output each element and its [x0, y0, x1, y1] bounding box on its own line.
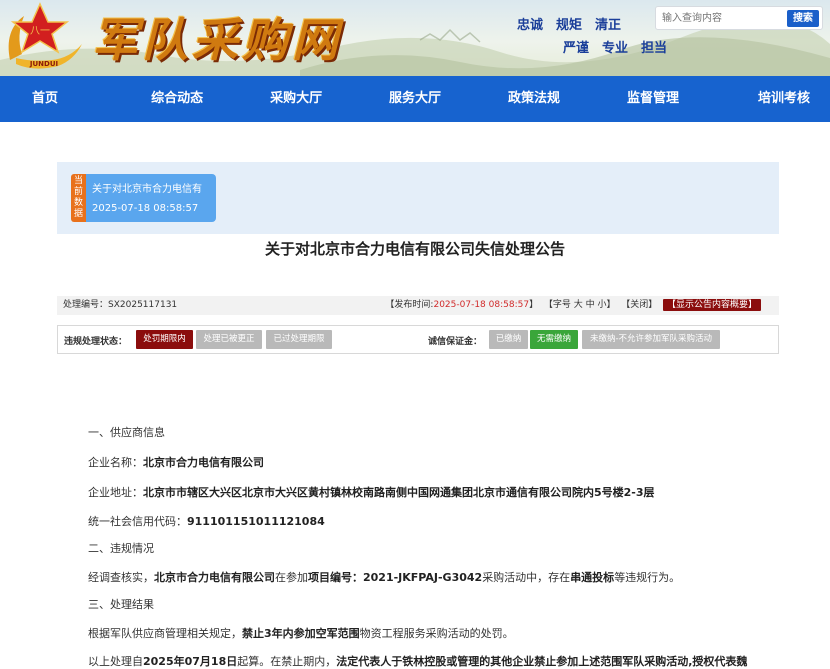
nav-item-training[interactable]: 培训考核 — [712, 76, 830, 122]
company-address-label: 企业地址： — [88, 486, 143, 499]
nav-item-procurement-hall[interactable]: 采购大厅 — [237, 76, 356, 122]
army-emblem-icon: 八一 JUNDUI — [8, 2, 82, 69]
credit-code-label: 统一社会信用代码： — [88, 515, 187, 528]
slogan-word: 专业 — [602, 41, 629, 56]
company-name-line: 企业名称：北京市合力电信有限公司 — [88, 454, 264, 470]
slogan-word: 清正 — [595, 18, 622, 33]
section-heading: 三、处理结果 — [88, 598, 154, 611]
limit-detail: 法定代表人于铁林控股或管理的其他企业禁止参加上述范围军队采购活动,授权代表魏 — [336, 655, 748, 668]
site-title-char: 队 — [142, 13, 188, 67]
violation-text: 采购活动中，存在 — [482, 571, 571, 584]
violation-line: 经调查核实，北京市合力电信有限公司在参加项目编号：2021-JKFPAJ-G30… — [88, 569, 680, 585]
company-address: 北京市市辖区大兴区北京市大兴区黄村镇林校南路南侧中国网通集团北京市通信有限公司院… — [143, 486, 655, 499]
result-line: 根据军队供应商管理相关规定，禁止3年内参加空军范围物资工程服务采购活动的处罚。 — [88, 625, 514, 641]
deposit-state-not-required: 无需缴纳 — [530, 330, 578, 349]
publish-close: 】 — [529, 300, 539, 310]
project-number-label: 项目编号： — [308, 571, 363, 584]
result-text: 物资工程服务采购活动的处罚。 — [359, 627, 514, 640]
credit-code: 911101151011121084 — [187, 515, 325, 528]
close-link[interactable]: 【关闭】 — [621, 300, 657, 310]
credit-code-line: 统一社会信用代码：911101151011121084 — [88, 513, 325, 529]
company-name: 北京市合力电信有限公司 — [143, 456, 264, 469]
violation-text: 在参加 — [275, 571, 308, 584]
company-name-label: 企业名称： — [88, 456, 143, 469]
site-header: 八一 JUNDUI 军 队 采 购 网 忠诚规矩清正 严谨专业担当 搜索 — [0, 0, 830, 76]
font-size-label: 【字号 — [543, 300, 571, 310]
show-summary-button[interactable]: 【显示公告内容概要】 — [662, 299, 761, 311]
section-heading: 一、供应商信息 — [88, 426, 165, 439]
project-number: 2021-JKFPAJ-G3042 — [363, 571, 483, 584]
nav-item-news[interactable]: 综合动态 — [118, 76, 237, 122]
deposit-state-paid: 已缴纳 — [489, 330, 528, 349]
site-title-char: 网 — [292, 13, 338, 67]
violation-type: 串通投标 — [570, 571, 615, 584]
nav-item-supervision[interactable]: 监督管理 — [593, 76, 712, 122]
violation-company: 北京市合力电信有限公司 — [154, 571, 275, 584]
slogan-word: 担当 — [641, 41, 668, 56]
nav-item-service-hall[interactable]: 服务大厅 — [356, 76, 475, 122]
current-data-card[interactable]: 关于对北京市合力电信有 2025-07-18 08:58:57 — [86, 174, 216, 222]
font-size-small-link[interactable]: 小】 — [597, 300, 615, 310]
notice-info-bar: 处理编号：SX2025117131 【发布时间:2025-07-18 08:58… — [57, 296, 779, 315]
page-title: 关于对北京市合力电信有限公司失信处理公告 — [264, 240, 565, 258]
notice-number-value: SX2025117131 — [108, 300, 178, 310]
notice-number-label: 处理编号： — [63, 300, 109, 310]
violation-state-expired: 已过处理期限 — [266, 330, 332, 349]
site-title-char: 购 — [242, 13, 288, 67]
current-data-tag: 当前数据 — [71, 174, 86, 222]
site-title[interactable]: 军 队 采 购 网 — [92, 4, 342, 70]
current-data-banner: 当前数据 关于对北京市合力电信有 2025-07-18 08:58:57 — [57, 162, 779, 234]
current-data-date: 2025-07-18 08:58:57 — [92, 203, 199, 214]
emblem-text: JUNDUI — [29, 60, 58, 68]
deposit-state-unpaid: 未缴纳-不允许参加军队采购活动 — [582, 330, 720, 349]
slogan-word: 规矩 — [556, 18, 583, 33]
notice-number: 处理编号：SX2025117131 — [63, 296, 177, 315]
violation-state-corrected: 处理已被更正 — [196, 330, 262, 349]
company-address-line: 企业地址：北京市市辖区大兴区北京市大兴区黄村镇林校南路南侧中国网通集团北京市通信… — [88, 484, 655, 500]
nav-item-home[interactable]: 首页 — [0, 76, 118, 122]
limit-line: 以上处理自2025年07月18日起算。在禁止期内，法定代表人于铁林控股或管理的其… — [88, 653, 747, 669]
notice-tools: 【发布时间:2025-07-18 08:58:57】 【字号 大 中 小】 【关… — [385, 296, 761, 315]
current-data-title: 关于对北京市合力电信有 — [92, 184, 202, 195]
deposit-label: 诚信保证金： — [428, 337, 483, 347]
section-heading: 二、违规情况 — [88, 542, 154, 555]
search-button[interactable]: 搜索 — [787, 10, 819, 27]
violation-text: 经调查核实， — [88, 571, 154, 584]
result-text: 根据军队供应商管理相关规定， — [88, 627, 242, 640]
limit-date: 2025年07月18日 — [143, 655, 238, 668]
slogan-word: 严谨 — [563, 41, 590, 56]
search-input[interactable] — [662, 10, 782, 26]
limit-text: 起算。在禁止期内， — [237, 655, 337, 668]
search-box: 搜索 — [655, 6, 823, 30]
violation-status-label: 违规处理状态： — [64, 337, 128, 347]
limit-text: 以上处理自 — [88, 655, 143, 668]
publish-time: 2025-07-18 08:58:57 — [433, 300, 530, 310]
status-row: 违规处理状态： 处罚期限内 处理已被更正 已过处理期限 诚信保证金： 已缴纳 无… — [57, 325, 779, 354]
site-title-char: 军 — [92, 13, 138, 67]
font-size-large-link[interactable]: 大 — [574, 300, 583, 310]
site-title-char: 采 — [192, 13, 238, 67]
result-penalty: 禁止3年内参加空军范围 — [242, 627, 360, 640]
slogan-word: 忠诚 — [517, 18, 544, 33]
violation-state-active: 处罚期限内 — [136, 330, 193, 349]
publish-label: 【发布时间: — [385, 300, 434, 310]
nav-item-policy[interactable]: 政策法规 — [475, 76, 594, 122]
slogan-row-2: 严谨 专业 担当 — [563, 37, 680, 56]
svg-text:八一: 八一 — [30, 26, 50, 37]
font-size-medium-link[interactable]: 中 — [586, 300, 595, 310]
violation-text: 等违规行为。 — [614, 571, 681, 584]
main-nav: 首页 综合动态 采购大厅 服务大厅 政策法规 监督管理 培训考核 — [0, 76, 830, 122]
slogan-row-1: 忠诚 规矩 清正 — [517, 14, 634, 33]
